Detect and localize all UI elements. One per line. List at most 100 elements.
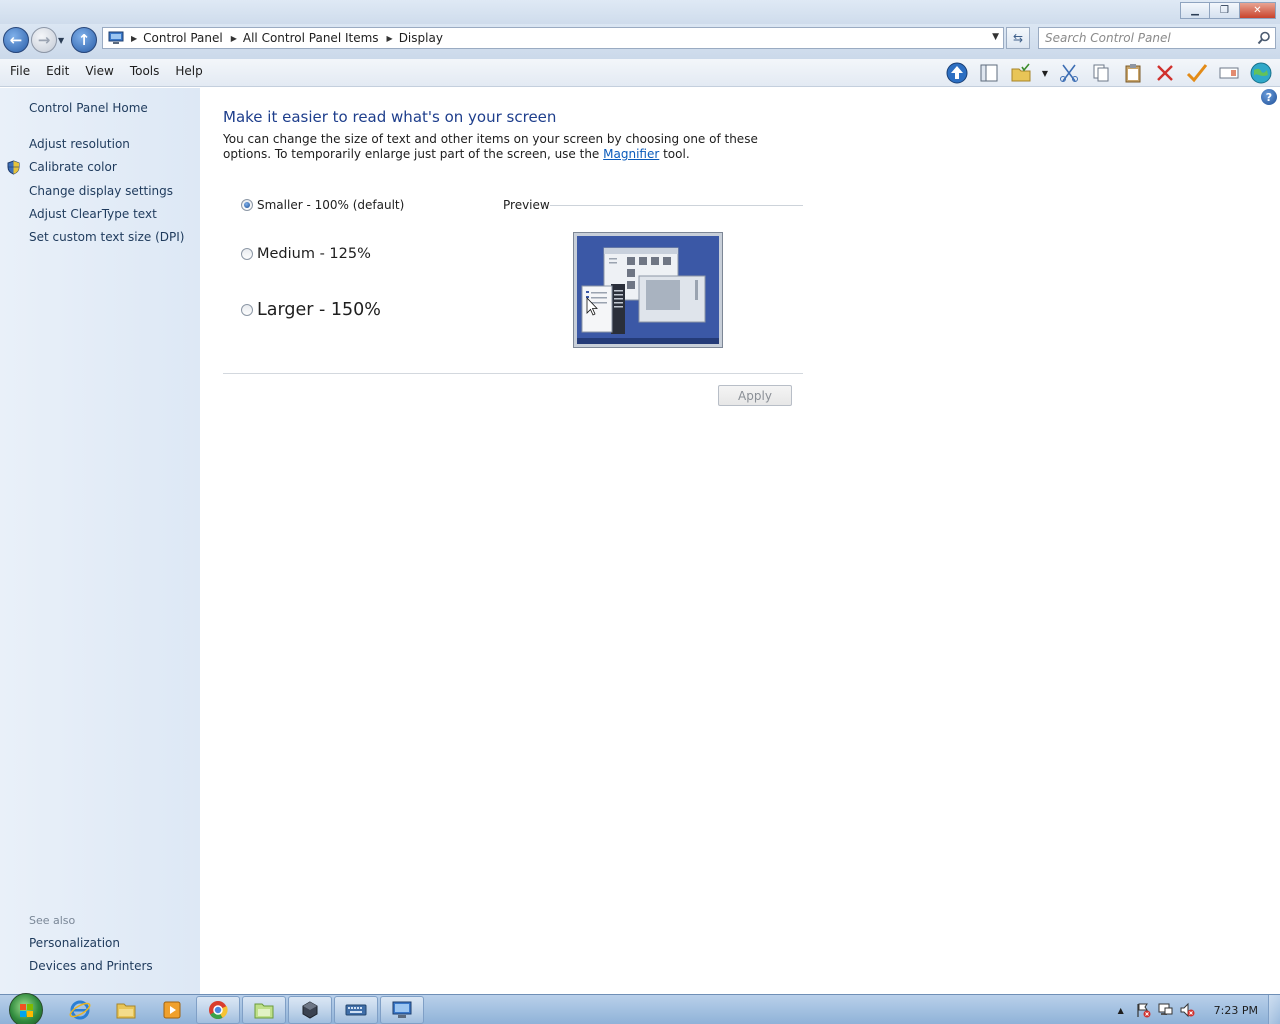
option-larger[interactable]: Larger - 150%	[241, 300, 381, 320]
search-box[interactable]	[1038, 27, 1276, 49]
action-center-flag-icon[interactable]	[1132, 999, 1154, 1021]
toolbar: ▼	[944, 61, 1274, 85]
cube-icon	[302, 1001, 318, 1019]
option-smaller-label[interactable]: Smaller - 100% (default)	[257, 198, 404, 212]
notification-area: ▲ 7:23 PM	[1110, 995, 1280, 1024]
recent-pages-chevron-icon[interactable]: ▼	[58, 36, 64, 45]
up-button[interactable]: ↑	[71, 27, 97, 53]
left-navigation-pane: Control Panel Home Adjust resolution Cal…	[0, 88, 200, 994]
magnifier-link[interactable]: Magnifier	[603, 147, 659, 161]
option-larger-label[interactable]: Larger - 150%	[257, 300, 381, 320]
taskbar-explorer-window[interactable]	[242, 996, 286, 1024]
menu-view[interactable]: View	[77, 64, 121, 78]
uac-shield-icon	[7, 160, 20, 175]
restore-button[interactable]: ❐	[1210, 2, 1240, 19]
breadcrumb-display[interactable]: Display	[399, 31, 447, 45]
explorer-window-icon	[254, 1003, 274, 1019]
devices-printers-link[interactable]: Devices and Printers	[29, 959, 153, 973]
personalization-link[interactable]: Personalization	[29, 936, 120, 950]
description-text-end: tool.	[659, 147, 690, 161]
close-button[interactable]: ✕	[1240, 2, 1276, 19]
taskbar-app-box[interactable]	[288, 996, 332, 1024]
chrome-icon	[209, 1001, 228, 1020]
back-arrow-icon: ←	[9, 31, 23, 49]
rename-icon	[1219, 67, 1239, 79]
cut-button[interactable]	[1056, 61, 1082, 85]
folder-options-button[interactable]	[1008, 61, 1034, 85]
volume-muted-icon[interactable]	[1176, 999, 1198, 1021]
menu-bar: File Edit View Tools Help ▼	[0, 59, 1280, 87]
main-content: ? Make it easier to read what's on your …	[200, 88, 1280, 994]
caption-buttons: ▁ ❐ ✕	[1180, 2, 1276, 19]
search-input[interactable]	[1039, 28, 1249, 48]
taskbar-internet-explorer[interactable]	[58, 996, 102, 1024]
copy-icon	[1093, 64, 1109, 82]
change-display-settings-link[interactable]: Change display settings	[29, 184, 173, 198]
control-panel-icon	[105, 30, 127, 46]
breadcrumb-separator-icon[interactable]: ▶	[383, 34, 399, 43]
folder-options-dropdown-icon[interactable]: ▼	[1040, 61, 1050, 85]
forward-button[interactable]: →	[31, 27, 57, 53]
taskbar-chrome[interactable]	[196, 996, 240, 1024]
copy-button[interactable]	[1088, 61, 1114, 85]
radio-smaller[interactable]	[241, 199, 253, 211]
show-desktop-button[interactable]	[1268, 995, 1280, 1024]
up-level-icon	[946, 62, 968, 84]
radio-larger[interactable]	[241, 304, 253, 316]
menu-help[interactable]: Help	[167, 64, 210, 78]
adjust-resolution-link[interactable]: Adjust resolution	[29, 137, 130, 151]
breadcrumb-separator-icon[interactable]: ▶	[227, 34, 243, 43]
taskbar-media-player[interactable]	[150, 996, 194, 1024]
taskbar-keyboard[interactable]	[334, 996, 378, 1024]
address-dropdown-icon[interactable]: ▼	[992, 32, 999, 42]
back-button[interactable]: ←	[3, 27, 29, 53]
title-bar: ▁ ❐ ✕	[0, 0, 1280, 24]
see-also-label: See also	[29, 914, 76, 927]
preview-label: Preview	[503, 198, 550, 212]
apply-button[interactable]: Apply	[718, 385, 792, 406]
checkmark-icon	[1186, 64, 1208, 83]
preview-image	[573, 232, 723, 348]
taskbar-explorer[interactable]	[104, 996, 148, 1024]
search-icon[interactable]	[1257, 31, 1271, 45]
show-hidden-icons-chevron-icon[interactable]: ▲	[1110, 999, 1132, 1021]
minimize-button[interactable]: ▁	[1180, 2, 1210, 19]
option-medium-label[interactable]: Medium - 125%	[257, 246, 371, 262]
scissors-icon	[1060, 64, 1078, 82]
properties-button[interactable]	[1184, 61, 1210, 85]
menu-file[interactable]: File	[2, 64, 38, 78]
taskbar-control-panel[interactable]	[380, 996, 424, 1024]
forward-arrow-icon: →	[37, 31, 51, 49]
globe-button[interactable]	[1248, 61, 1274, 85]
rename-button[interactable]	[1216, 61, 1242, 85]
breadcrumb-all-items[interactable]: All Control Panel Items	[243, 31, 383, 45]
internet-explorer-icon	[69, 1000, 91, 1020]
breadcrumb-separator-icon[interactable]: ▶	[127, 34, 143, 43]
option-medium[interactable]: Medium - 125%	[241, 246, 371, 262]
preview-pane-button[interactable]	[976, 61, 1002, 85]
address-bar[interactable]: ▶ Control Panel ▶ All Control Panel Item…	[102, 27, 1004, 49]
network-icon[interactable]	[1154, 999, 1176, 1021]
paste-button[interactable]	[1120, 61, 1146, 85]
address-row: ← → ▼ ↑ ▶ Control Panel ▶ All Control Pa…	[0, 24, 1280, 59]
breadcrumb-control-panel[interactable]: Control Panel	[143, 31, 227, 45]
calibrate-color-link[interactable]: Calibrate color	[29, 160, 117, 174]
control-panel-home-link[interactable]: Control Panel Home	[29, 101, 148, 115]
refresh-button[interactable]: ⇆	[1006, 27, 1030, 49]
radio-medium[interactable]	[241, 248, 253, 260]
delete-button[interactable]	[1152, 61, 1178, 85]
windows-logo-icon	[20, 1004, 33, 1017]
menu-edit[interactable]: Edit	[38, 64, 77, 78]
start-button[interactable]	[9, 993, 43, 1024]
keyboard-icon	[345, 1004, 367, 1016]
custom-dpi-link[interactable]: Set custom text size (DPI)	[29, 230, 184, 244]
media-player-icon	[163, 1001, 181, 1019]
preview-divider	[550, 205, 803, 206]
option-smaller[interactable]: Smaller - 100% (default)	[241, 198, 404, 212]
up-level-button[interactable]	[944, 61, 970, 85]
help-icon[interactable]: ?	[1261, 89, 1277, 105]
adjust-cleartype-link[interactable]: Adjust ClearType text	[29, 207, 157, 221]
menu-tools[interactable]: Tools	[122, 64, 168, 78]
page-title: Make it easier to read what's on your sc…	[223, 108, 557, 126]
content-divider	[223, 373, 803, 374]
